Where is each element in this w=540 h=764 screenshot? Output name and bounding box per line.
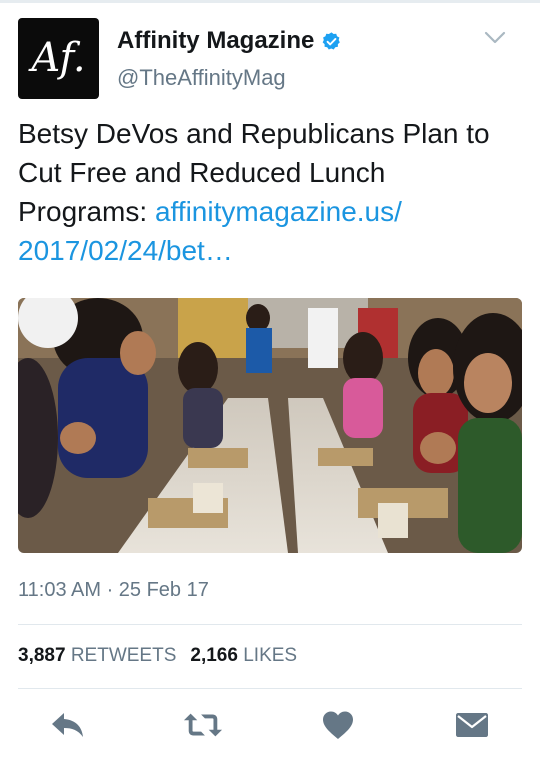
direct-message-button[interactable] — [452, 708, 492, 742]
avatar[interactable]: Af. — [18, 18, 99, 99]
retweet-icon — [183, 713, 223, 737]
likes-count: 2,166 — [190, 645, 238, 666]
verified-badge-icon — [323, 31, 341, 49]
user-handle[interactable]: @TheAffinityMag — [117, 65, 286, 91]
like-button[interactable] — [318, 708, 358, 742]
envelope-icon — [456, 713, 488, 737]
tweet-timestamp: 11:03 AM · 25 Feb 17 — [18, 579, 209, 601]
tweet-text: Betsy DeVos and Republicans Plan to Cut … — [18, 114, 518, 270]
likes-stat[interactable]: 2,166 LIKES — [190, 645, 311, 666]
retweet-button[interactable] — [183, 708, 223, 742]
retweets-count: 3,887 — [18, 645, 66, 666]
chevron-down-icon[interactable] — [484, 30, 506, 46]
divider — [18, 624, 522, 625]
heart-icon — [323, 711, 353, 739]
reply-button[interactable] — [48, 708, 88, 742]
retweets-stat[interactable]: 3,887 RETWEETS — [18, 645, 190, 666]
tweet-photo[interactable] — [18, 298, 522, 553]
engagement-stats: 3,887 RETWEETS 2,166 LIKES — [18, 645, 311, 667]
divider — [18, 688, 522, 689]
top-divider — [0, 0, 540, 3]
retweets-label: RETWEETS — [70, 645, 177, 666]
cafeteria-photo-image — [18, 298, 522, 553]
likes-label: LIKES — [243, 645, 298, 666]
display-name[interactable]: Affinity Magazine — [117, 27, 314, 55]
author-name-row[interactable]: Affinity Magazine — [117, 27, 342, 55]
reply-icon — [52, 713, 83, 737]
